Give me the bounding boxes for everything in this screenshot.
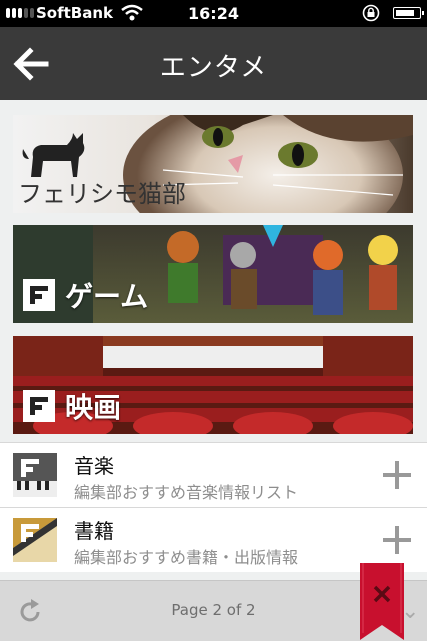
books-thumbnail-icon — [13, 518, 57, 562]
rotation-lock-icon — [362, 4, 380, 22]
category-list: 音楽 編集部おすすめ音楽情報リスト 書籍 編集部おすすめ書籍・出版情報 — [0, 442, 427, 572]
cat-silhouette-icon — [22, 133, 85, 177]
list-item-title: 書籍 — [74, 519, 114, 543]
list-item-description: 編集部おすすめ音楽情報リスト — [74, 483, 299, 502]
list-item[interactable]: 音楽 編集部おすすめ音楽情報リスト — [0, 442, 427, 507]
music-thumbnail-icon — [13, 453, 57, 497]
close-ribbon-button[interactable] — [360, 563, 404, 640]
banner-label-text: ゲーム — [65, 280, 149, 313]
page-title: エンタメ — [159, 53, 268, 83]
flipboard-logo-icon — [23, 390, 55, 422]
list-item-description: 編集部おすすめ書籍・出版情報 — [74, 548, 299, 567]
status-bar: SoftBank 16:24 — [0, 0, 427, 27]
add-icon[interactable] — [383, 526, 411, 554]
banner-label-text: 映画 — [65, 391, 122, 424]
list-item-title: 音楽 — [74, 454, 114, 478]
banner-cat-club[interactable]: フェリシモ猫部 — [13, 115, 413, 213]
banner-label: フェリシモ猫部 — [18, 180, 186, 208]
banner-movie[interactable]: 映画 — [13, 336, 413, 434]
content-area[interactable]: フェリシモ猫部 ゲーム 映画 音楽 編集部おすすめ音楽情報リスト 書籍 編集部お… — [0, 100, 427, 580]
add-icon[interactable] — [383, 461, 411, 489]
banner-label: 映画 — [23, 386, 121, 426]
banner-label: ゲーム — [23, 275, 148, 315]
navigation-bar: エンタメ — [0, 27, 427, 100]
banner-game[interactable]: ゲーム — [13, 225, 413, 323]
battery-icon — [393, 7, 424, 19]
flipboard-logo-icon — [23, 279, 55, 311]
